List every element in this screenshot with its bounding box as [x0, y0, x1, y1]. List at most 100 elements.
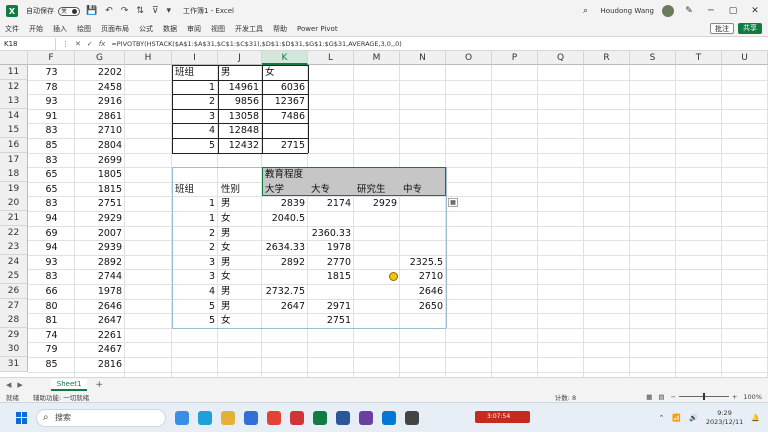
app-icon-dark[interactable] [405, 410, 419, 425]
tab-home[interactable]: 开始 [24, 24, 48, 34]
maximize-icon[interactable]: ▢ [726, 6, 740, 16]
cell-g[interactable]: 2007 [75, 226, 125, 241]
pivot2-cell[interactable]: 2634.33 [262, 240, 308, 255]
cell-g[interactable]: 2467 [75, 342, 125, 357]
column-header[interactable]: M [354, 51, 400, 65]
row-header[interactable]: 22 [0, 225, 28, 241]
row-header[interactable]: 16 [0, 138, 28, 153]
pivot2-cell[interactable]: 3 [172, 255, 218, 270]
zoom-in-icon[interactable]: + [732, 393, 737, 401]
tab-review[interactable]: 审阅 [182, 24, 206, 34]
row-header[interactable]: 25 [0, 269, 28, 285]
filter-icon[interactable]: ⊽ [150, 6, 161, 16]
pivot1-cell[interactable]: 5 [172, 138, 218, 153]
row-header[interactable]: 14 [0, 108, 28, 124]
pivot2-cell[interactable]: 男 [218, 299, 262, 314]
cell-g[interactable]: 1978 [75, 284, 125, 299]
pivot2-cell[interactable] [400, 211, 446, 226]
pivot2-cell[interactable] [262, 226, 308, 241]
scroll-right-icon[interactable]: ▶ [17, 381, 22, 389]
tab-insert[interactable]: 插入 [48, 24, 72, 34]
pivot2-cell[interactable]: 女 [218, 269, 262, 284]
cell-g[interactable]: 2916 [75, 94, 125, 109]
pivot2-cell[interactable]: 2325.5 [400, 255, 446, 270]
cell-f[interactable]: 93 [28, 94, 75, 109]
row-header[interactable]: 19 [0, 181, 28, 197]
worksheet-grid[interactable]: F G H I J K L M N O P Q R S T U 11 12 13 14 15 16 17 18 19 20 21 22… [0, 51, 768, 377]
tab-draw[interactable]: 绘图 [72, 24, 96, 34]
pivot2-cell[interactable]: 2647 [262, 299, 308, 314]
cell-f[interactable]: 83 [28, 153, 75, 168]
row-header[interactable]: 11 [0, 65, 28, 80]
row-header[interactable]: 15 [0, 123, 28, 139]
pivot1-header[interactable]: 女 [262, 65, 308, 80]
zoom-level[interactable]: 100% [743, 393, 762, 401]
pivot2-cell[interactable] [400, 313, 446, 328]
store-icon[interactable] [244, 410, 258, 425]
pivot2-cell[interactable]: 1 [172, 211, 218, 226]
pivot2-cell[interactable]: 2770 [308, 255, 354, 270]
cell-f[interactable]: 85 [28, 357, 75, 372]
pivot2-cell[interactable]: 2751 [308, 313, 354, 328]
page-layout-icon[interactable]: ▤ [658, 393, 664, 401]
word-taskbar-icon[interactable] [336, 410, 350, 425]
pivot2-cell[interactable]: 1 [172, 196, 218, 211]
pivot2-cell[interactable]: 2 [172, 240, 218, 255]
pivot1-header[interactable]: 男 [218, 65, 262, 80]
pivot2-cell[interactable] [400, 226, 446, 241]
app-icon-red[interactable] [290, 410, 304, 425]
pivot2-cell[interactable] [354, 313, 400, 328]
user-name[interactable]: Houdong Wang [601, 7, 654, 15]
pivot2-cell[interactable]: 4 [172, 284, 218, 299]
clock[interactable]: 9:29 2023/12/11 [706, 409, 743, 427]
row-header[interactable]: 18 [0, 167, 28, 183]
pivot2-cell[interactable] [262, 313, 308, 328]
edge-icon[interactable] [198, 410, 212, 425]
row-header[interactable]: 29 [0, 327, 28, 343]
more-icon[interactable]: ⋮ [62, 40, 69, 48]
column-header[interactable]: P [492, 51, 538, 65]
sort-icon[interactable]: ⇅ [134, 6, 146, 16]
pivot1-header[interactable]: 班组 [172, 65, 218, 80]
accessibility-status[interactable]: 辅助功能: 一切就绪 [33, 392, 89, 402]
pivot2-cell[interactable] [262, 269, 308, 284]
cell-f[interactable]: 73 [28, 65, 75, 80]
column-header[interactable]: U [722, 51, 768, 65]
excel-taskbar-icon[interactable] [313, 410, 327, 425]
pivot2-cell[interactable]: 2650 [400, 299, 446, 314]
pivot2-cell[interactable]: 2040.5 [262, 211, 308, 226]
pivot2-cell[interactable]: 1815 [308, 269, 354, 284]
app-icon-purple[interactable] [359, 410, 373, 425]
cell-g[interactable]: 2710 [75, 123, 125, 138]
pivot1-cell[interactable]: 14961 [218, 80, 262, 95]
cell-g[interactable]: 2804 [75, 138, 125, 153]
cell-g[interactable]: 2646 [75, 299, 125, 314]
cell-f[interactable]: 85 [28, 138, 75, 153]
pivot2-cell[interactable]: 3 [172, 269, 218, 284]
cell-g[interactable]: 1815 [75, 182, 125, 197]
row-header[interactable]: 30 [0, 342, 28, 358]
pivot2-cell[interactable] [308, 211, 354, 226]
normal-view-icon[interactable]: ▦ [646, 393, 652, 401]
cell-f[interactable]: 65 [28, 182, 75, 197]
redo-icon[interactable]: ↷ [119, 6, 131, 16]
cell-g[interactable]: 2929 [75, 211, 125, 226]
cell-f[interactable]: 65 [28, 167, 75, 182]
column-header[interactable]: S [630, 51, 676, 65]
pivot1-cell[interactable] [262, 123, 308, 138]
chrome-icon[interactable] [267, 410, 281, 425]
cell-f[interactable]: 94 [28, 240, 75, 255]
taskbar-search[interactable]: 搜索 [36, 408, 166, 427]
cell-g[interactable]: 2939 [75, 240, 125, 255]
cell-f[interactable]: 83 [28, 269, 75, 284]
cell-f[interactable]: 66 [28, 284, 75, 299]
row-header[interactable]: 26 [0, 284, 28, 299]
pivot1-cell[interactable]: 6036 [262, 80, 308, 95]
row-header[interactable]: 13 [0, 94, 28, 110]
pivot1-cell[interactable]: 12367 [262, 94, 308, 109]
cancel-icon[interactable]: ✕ [75, 40, 81, 48]
cell-g[interactable]: 2202 [75, 65, 125, 80]
scroll-left-icon[interactable]: ◀ [6, 381, 11, 389]
autosave-toggle[interactable]: 关 [58, 6, 80, 16]
row-header[interactable]: 31 [0, 357, 28, 372]
